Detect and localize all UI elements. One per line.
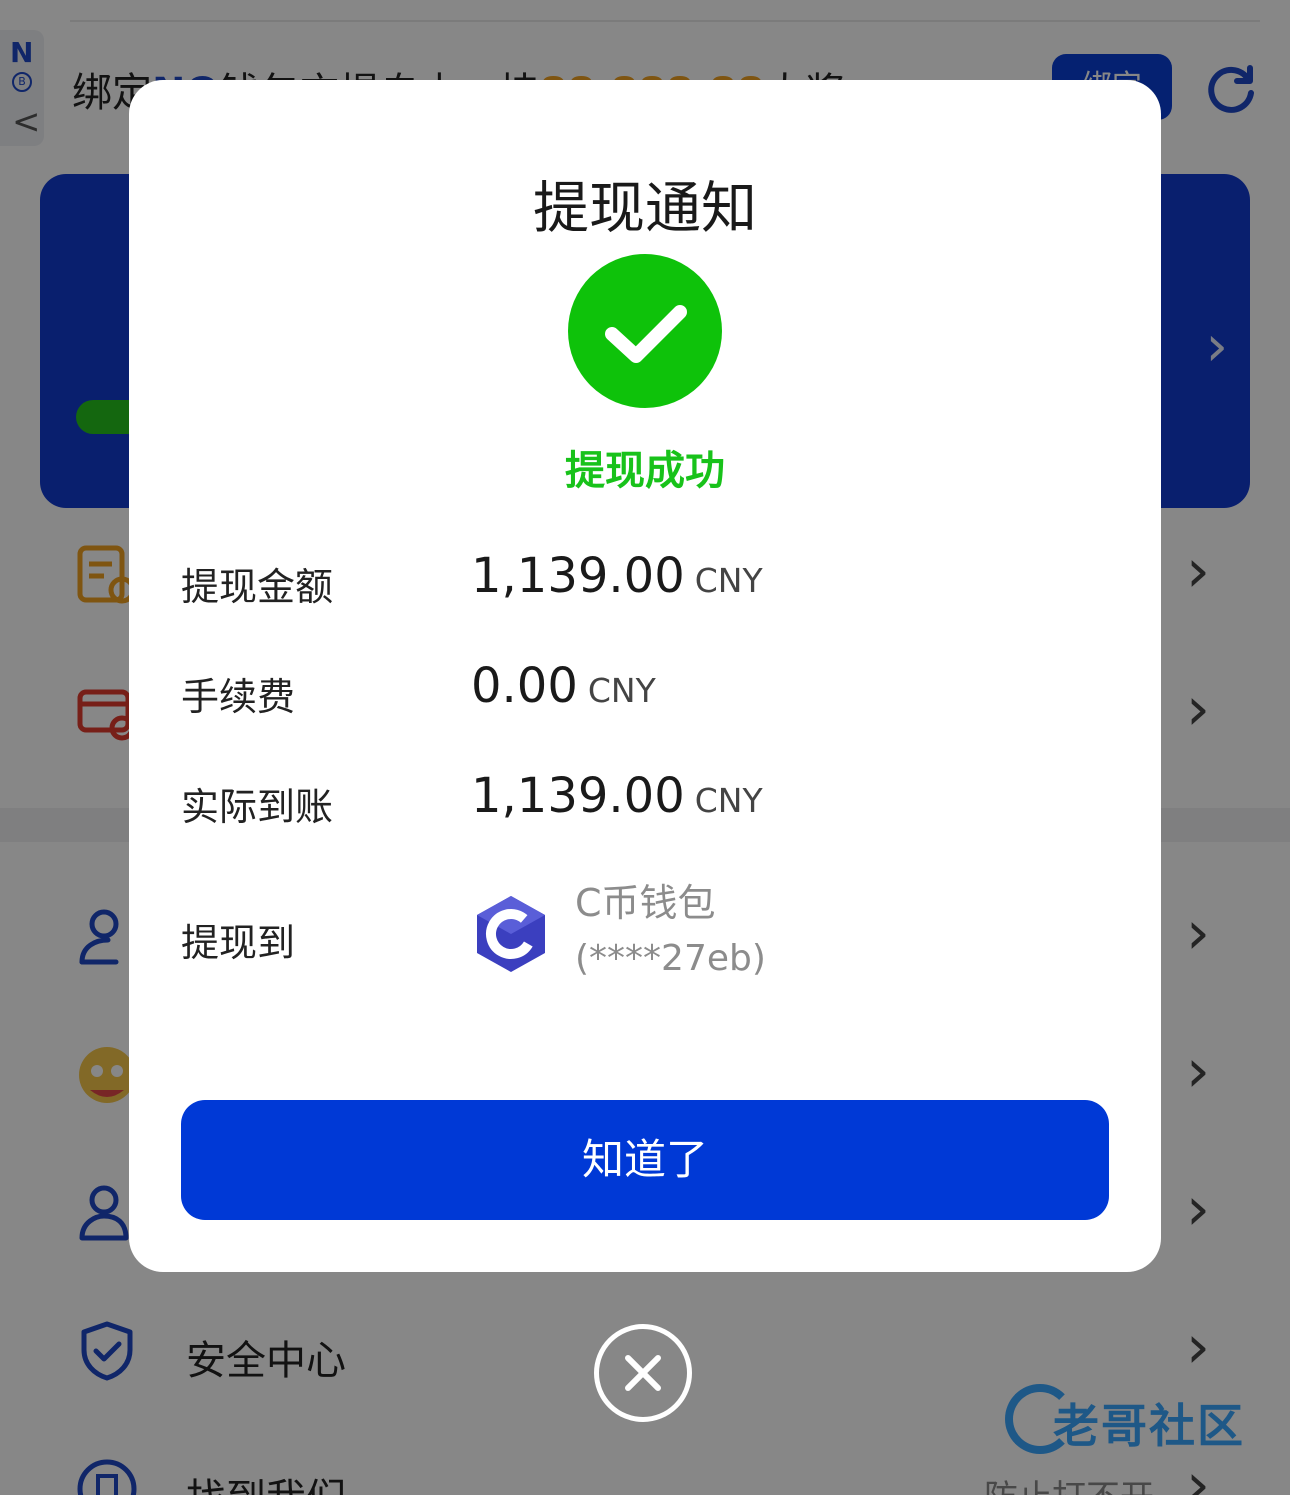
close-circle-icon[interactable] [594,1324,692,1422]
fee-label: 手续费 [181,675,296,719]
received-unit: CNY [694,781,763,820]
received-label: 实际到账 [181,785,334,829]
fee-unit: CNY [587,671,656,710]
check-circle-icon [568,254,722,408]
destination-label: 提现到 [181,921,296,965]
confirm-button[interactable]: 知道了 [181,1100,1109,1220]
amount-label: 提现金额 [181,565,334,609]
fee-value: 0.00 CNY [471,658,656,714]
amount-unit: CNY [694,561,763,600]
amount-number: 1,139.00 [471,548,685,604]
wallet-account: (****27eb) [575,938,766,979]
dialog-title: 提现通知 [533,176,757,242]
amount-value: 1,139.00 CNY [471,548,763,604]
withdraw-notice-dialog: 提现通知 提现成功 提现金额 1,139.00 CNY 手续费 0.00 CNY 实… [129,80,1161,1272]
fee-number: 0.00 [471,658,578,714]
status-text: 提现成功 [565,448,725,494]
received-number: 1,139.00 [471,768,685,824]
wallet-name: C币钱包 [575,881,716,925]
c-wallet-logo-icon [477,896,545,972]
received-value: 1,139.00 CNY [471,768,763,824]
